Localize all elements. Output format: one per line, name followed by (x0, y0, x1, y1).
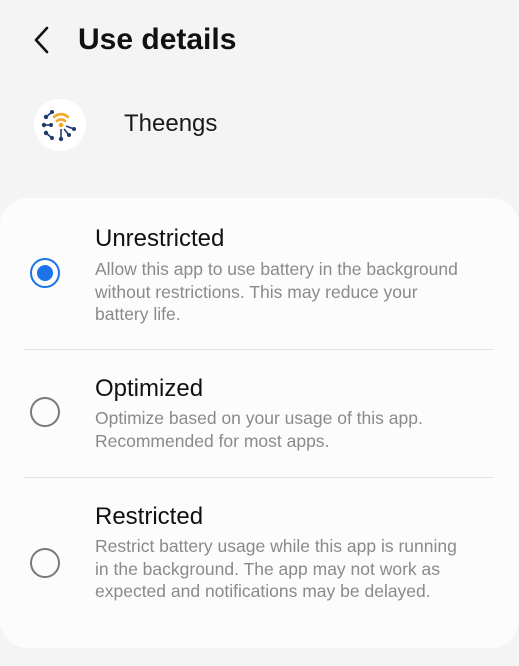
radio-unrestricted[interactable] (30, 258, 60, 288)
app-name: Theengs (124, 110, 218, 137)
option-title: Restricted (95, 503, 204, 530)
page-title: Use details (78, 23, 237, 56)
option-description: Allow this app to use battery in the bac… (95, 259, 458, 324)
radio-optimized[interactable] (30, 397, 60, 427)
option-unrestricted[interactable]: Unrestricted Allow this app to use batte… (0, 198, 519, 349)
theengs-logo-icon (41, 110, 76, 142)
option-title: Unrestricted (95, 225, 225, 252)
option-description: Restrict battery usage while this app is… (95, 536, 457, 601)
option-title: Optimized (95, 375, 204, 402)
app-info-row: Theengs (0, 96, 519, 156)
option-optimized[interactable]: Optimized Optimize based on your usage o… (0, 349, 519, 477)
app-icon (34, 99, 86, 151)
option-description: Optimize based on your usage of this app… (95, 408, 423, 451)
option-restricted[interactable]: Restricted Restrict battery usage while … (0, 477, 519, 648)
back-button[interactable] (22, 20, 62, 60)
app-bar: Use details (0, 0, 519, 80)
radio-restricted[interactable] (30, 548, 60, 578)
battery-options-card: Unrestricted Allow this app to use batte… (0, 198, 519, 648)
chevron-left-icon (34, 26, 49, 54)
